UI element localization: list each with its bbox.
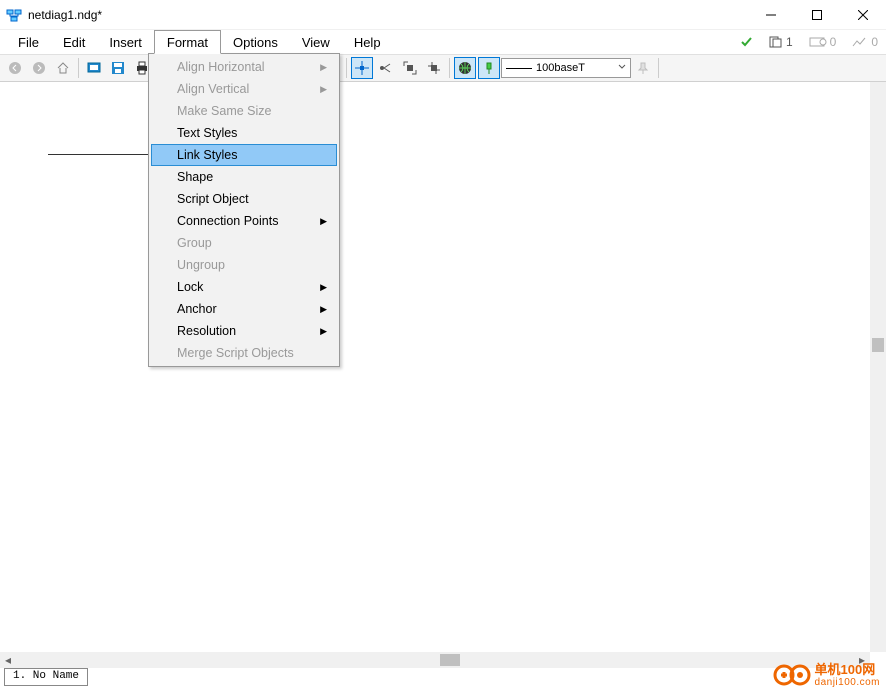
canvas[interactable]	[0, 82, 870, 652]
format-menu-dropdown: Align Horizontal▶ Align Vertical▶ Make S…	[148, 53, 340, 367]
menu-script-object[interactable]: Script Object	[151, 188, 337, 210]
expand-icon[interactable]	[399, 57, 421, 79]
menu-file[interactable]: File	[6, 30, 51, 54]
menu-insert[interactable]: Insert	[97, 30, 154, 54]
snap-grid-icon[interactable]	[351, 57, 373, 79]
watermark-line1: 单机100网	[815, 663, 880, 677]
save-icon[interactable]	[107, 57, 129, 79]
maximize-button[interactable]	[794, 0, 840, 29]
menu-help[interactable]: Help	[342, 30, 393, 54]
submenu-arrow-icon: ▶	[320, 282, 327, 293]
menu-merge-script-objects[interactable]: Merge Script Objects	[151, 342, 337, 364]
status-check	[733, 30, 761, 54]
screen-icon[interactable]	[83, 57, 105, 79]
menu-ungroup[interactable]: Ungroup	[151, 254, 337, 276]
submenu-arrow-icon: ▶	[320, 326, 327, 337]
contract-icon[interactable]	[423, 57, 445, 79]
pin-icon[interactable]	[632, 57, 654, 79]
menu-align-horizontal[interactable]: Align Horizontal▶	[151, 56, 337, 78]
sheet-tabs: 1. No Name	[4, 668, 88, 686]
hscroll-left-icon[interactable]: ◂	[0, 652, 16, 668]
hscroll-track[interactable]	[16, 652, 854, 668]
status-pages: 1	[761, 30, 801, 54]
menu-view[interactable]: View	[290, 30, 342, 54]
submenu-arrow-icon: ▶	[320, 62, 327, 73]
app-icon	[6, 7, 22, 23]
diagram-line-shape[interactable]	[48, 154, 148, 155]
minimize-button[interactable]	[748, 0, 794, 29]
menu-make-same-size[interactable]: Make Same Size	[151, 100, 337, 122]
menu-text-styles[interactable]: Text Styles	[151, 122, 337, 144]
menu-align-vertical[interactable]: Align Vertical▶	[151, 78, 337, 100]
menu-link-styles[interactable]: Link Styles	[151, 144, 337, 166]
forward-icon[interactable]	[28, 57, 50, 79]
globe-icon[interactable]	[454, 57, 476, 79]
menu-resolution[interactable]: Resolution▶	[151, 320, 337, 342]
vertical-scrollbar[interactable]	[870, 82, 886, 652]
menu-shape[interactable]: Shape	[151, 166, 337, 188]
menu-options[interactable]: Options	[221, 30, 290, 54]
status-layers: 0	[801, 30, 845, 54]
close-button[interactable]	[840, 0, 886, 29]
connector-icon[interactable]	[375, 57, 397, 79]
window-controls	[748, 0, 886, 29]
watermark: 单机100网 danji100.com	[773, 663, 880, 688]
line-style-icon	[506, 68, 532, 69]
menu-anchor[interactable]: Anchor▶	[151, 298, 337, 320]
menu-lock[interactable]: Lock▶	[151, 276, 337, 298]
submenu-arrow-icon: ▶	[320, 84, 327, 95]
link-type-combo[interactable]: 100baseT	[501, 58, 631, 78]
menu-group[interactable]: Group	[151, 232, 337, 254]
watermark-line2: danji100.com	[815, 677, 880, 688]
sheet-tab[interactable]: 1. No Name	[4, 668, 88, 686]
menu-connection-points[interactable]: Connection Points▶	[151, 210, 337, 232]
vscroll-thumb[interactable]	[872, 338, 884, 352]
titlebar: netdiag1.ndg*	[0, 0, 886, 30]
menu-format[interactable]: Format	[154, 30, 221, 54]
hscroll-thumb[interactable]	[440, 654, 460, 666]
menu-edit[interactable]: Edit	[51, 30, 97, 54]
home-icon[interactable]	[52, 57, 74, 79]
status-graph: 0	[844, 30, 886, 54]
back-icon[interactable]	[4, 57, 26, 79]
chevron-down-icon	[618, 62, 626, 74]
link-type-label: 100baseT	[536, 62, 585, 74]
toolbar: AA 100baseT	[0, 54, 886, 82]
submenu-arrow-icon: ▶	[320, 216, 327, 227]
horizontal-scrollbar[interactable]: ◂ ▸	[0, 652, 870, 668]
submenu-arrow-icon: ▶	[320, 304, 327, 315]
cable-icon[interactable]	[478, 57, 500, 79]
watermark-logo-icon	[773, 663, 811, 687]
window-title: netdiag1.ndg*	[28, 8, 748, 22]
menubar: File Edit Insert Format Options View Hel…	[0, 30, 886, 54]
